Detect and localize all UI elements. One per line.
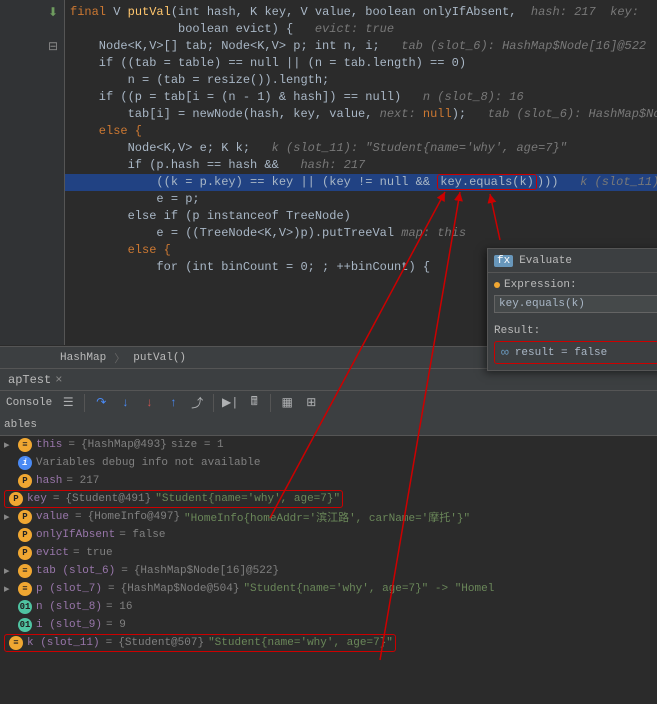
evaluate-icon[interactable]: 🖩 bbox=[246, 395, 262, 411]
code-line-current: ((k = p.key) == key || (key != null && k… bbox=[65, 174, 657, 191]
variables-panel: ables ▸≡this = {HashMap@493} size = 1 iV… bbox=[0, 414, 657, 652]
result-value[interactable]: ∞ result = false bbox=[494, 341, 657, 364]
var-onlyifabsent[interactable]: PonlyIfAbsent = false bbox=[0, 526, 657, 544]
code-line: if ((tab = table) == null || (n = tab.le… bbox=[70, 55, 466, 72]
code-line: if ((p = tab[i = (n - 1) & hash]) == nul… bbox=[70, 89, 524, 106]
code-line: boolean evict) { evict: true bbox=[70, 21, 394, 38]
var-n[interactable]: 01n (slot_8) = 16 bbox=[0, 598, 657, 616]
caret-icon bbox=[494, 282, 500, 288]
tab-maptest[interactable]: apTest × bbox=[0, 371, 70, 389]
code-line: else { bbox=[70, 242, 171, 259]
var-key[interactable]: Pkey = {Student@491} "Student{name='why'… bbox=[4, 490, 343, 508]
variables-header: ables bbox=[0, 414, 657, 436]
infinity-icon: ∞ bbox=[501, 345, 509, 360]
collapse-icon[interactable]: ⊟ bbox=[48, 39, 58, 54]
code-line: e = p; bbox=[70, 191, 200, 208]
evaluate-icon: fx bbox=[494, 255, 513, 267]
code-line: tab[i] = newNode(hash, key, value, next:… bbox=[70, 106, 657, 123]
filter-icon[interactable]: ☰ bbox=[60, 395, 76, 411]
force-step-into-icon[interactable]: ↓ bbox=[141, 395, 157, 411]
var-k[interactable]: ≡k (slot_11) = {Student@507} "Student{na… bbox=[4, 634, 396, 652]
var-this[interactable]: ▸≡this = {HashMap@493} size = 1 bbox=[0, 436, 657, 454]
var-p[interactable]: ▸≡p (slot_7) = {HashMap$Node@504} "Stude… bbox=[0, 580, 657, 598]
run-to-cursor-icon[interactable]: ▶| bbox=[222, 395, 238, 411]
expression-label: Expression: bbox=[504, 279, 577, 291]
step-out-icon[interactable]: ↑ bbox=[165, 395, 181, 411]
console-toolbar: Console ☰ ↷ ↓ ↓ ↑ ⤴ ▶| 🖩 ▦ ⊞ bbox=[0, 390, 657, 414]
evaluate-header: fx Evaluate bbox=[488, 249, 657, 273]
var-i[interactable]: 01i (slot_9) = 9 bbox=[0, 616, 657, 634]
result-label: Result: bbox=[494, 325, 657, 337]
step-over-icon[interactable]: ↷ bbox=[93, 395, 109, 411]
code-line: for (int binCount = 0; ; ++binCount) { bbox=[70, 259, 430, 276]
code-line: if (p.hash == hash && hash: 217 bbox=[70, 157, 365, 174]
tab-bar: apTest × bbox=[0, 368, 657, 390]
highlighted-expression: key.equals(k) bbox=[437, 174, 537, 190]
code-line: else if (p instanceof TreeNode) bbox=[70, 208, 351, 225]
var-hash[interactable]: Phash = 217 bbox=[0, 472, 657, 490]
evaluate-popup[interactable]: fx Evaluate Expression: Result: ∞ result… bbox=[487, 248, 657, 371]
expression-input[interactable] bbox=[494, 295, 657, 313]
table-icon[interactable]: ▦ bbox=[279, 395, 295, 411]
code-line: else { bbox=[70, 123, 142, 140]
override-icon: ⬇ bbox=[48, 5, 58, 20]
gutter: ⬇ ⊟ bbox=[0, 0, 65, 345]
code-line: Node<K,V> e; K k; k (slot_11): "Student{… bbox=[70, 140, 567, 157]
var-info: iVariables debug info not available bbox=[0, 454, 657, 472]
layout-icon[interactable]: ⊞ bbox=[303, 395, 319, 411]
code-line: e = ((TreeNode<K,V>)p).putTreeVal map: t… bbox=[70, 225, 466, 242]
var-value[interactable]: ▸Pvalue = {HomeInfo@497} "HomeInfo{homeA… bbox=[0, 508, 657, 526]
close-icon[interactable]: × bbox=[55, 373, 62, 387]
var-tab[interactable]: ▸≡tab (slot_6) = {HashMap$Node[16]@522} bbox=[0, 562, 657, 580]
console-label[interactable]: Console bbox=[6, 397, 52, 409]
breadcrumb-class[interactable]: HashMap bbox=[60, 352, 106, 364]
breadcrumb-method[interactable]: putVal() bbox=[133, 352, 186, 364]
code-line: Node<K,V>[] tab; Node<K,V> p; int n, i; … bbox=[70, 38, 646, 55]
var-evict[interactable]: Pevict = true bbox=[0, 544, 657, 562]
code-line: n = (tab = resize()).length; bbox=[70, 72, 329, 89]
drop-frame-icon[interactable]: ⤴ bbox=[189, 395, 205, 411]
step-into-icon[interactable]: ↓ bbox=[117, 395, 133, 411]
code-line: final V putVal(int hash, K key, V value,… bbox=[70, 4, 639, 21]
breadcrumb-separator: 〉 bbox=[114, 350, 125, 366]
